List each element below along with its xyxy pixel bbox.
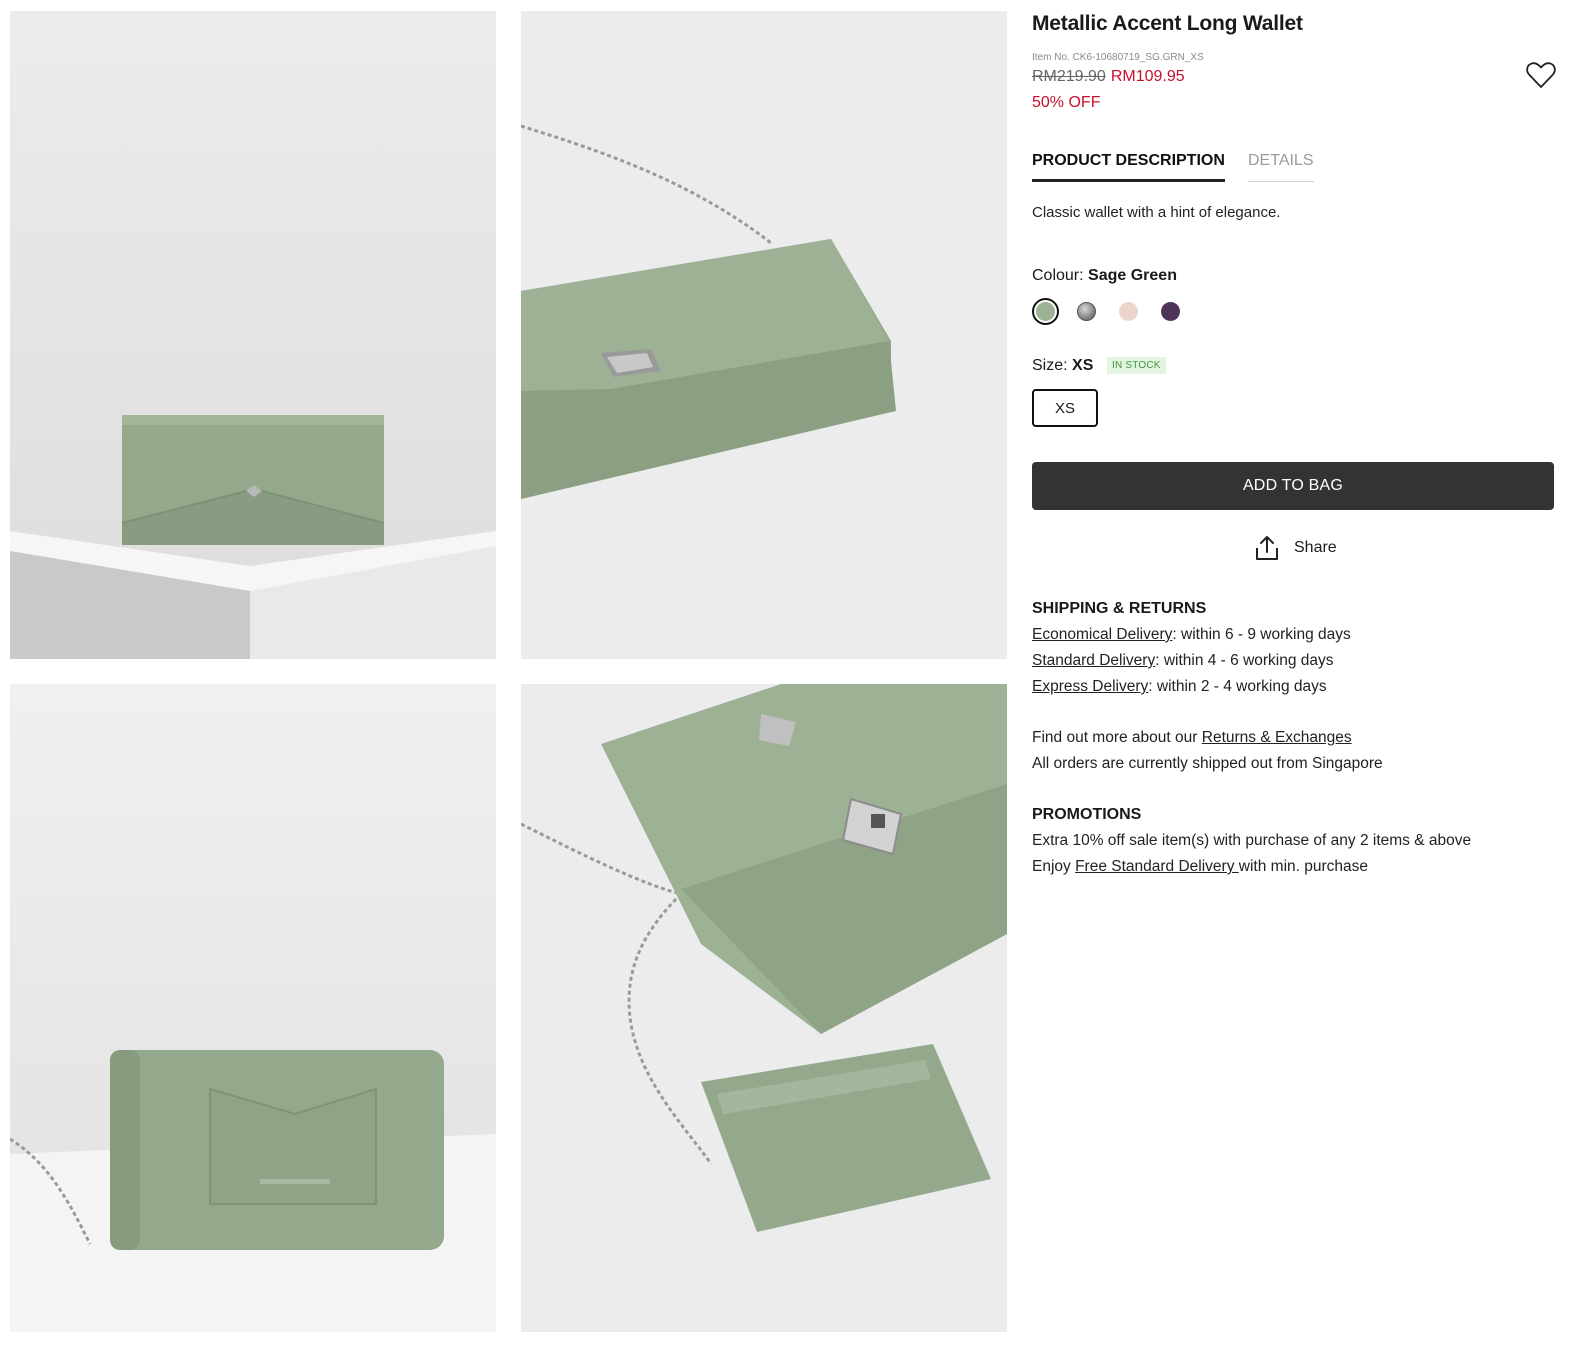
- shipping-standard: Standard Delivery: within 4 - 6 working …: [1032, 652, 1334, 669]
- promotions-heading: PROMOTIONS: [1032, 806, 1142, 823]
- tab-details[interactable]: DETAILS: [1248, 152, 1314, 182]
- shipping-economical: Economical Delivery: within 6 - 9 workin…: [1032, 626, 1351, 643]
- express-delivery-link[interactable]: Express Delivery: [1032, 678, 1148, 695]
- swatch-purple[interactable]: [1157, 298, 1184, 325]
- colour-label-row: Colour: Sage Green: [1032, 267, 1177, 285]
- wallet-open-photo: [521, 684, 1007, 1332]
- stock-badge: IN STOCK: [1107, 357, 1166, 374]
- wallet-back-photo: [10, 684, 496, 1332]
- shipping-heading: SHIPPING & RETURNS: [1032, 600, 1207, 617]
- wallet-closeup-photo: [521, 11, 1007, 659]
- item-number: Item No. CK6-10680719_SG.GRN_XS: [1032, 52, 1204, 63]
- discount-label: 50% OFF: [1032, 94, 1101, 111]
- shipping-express: Express Delivery: within 2 - 4 working d…: [1032, 678, 1327, 695]
- tab-product-description[interactable]: PRODUCT DESCRIPTION: [1032, 152, 1225, 182]
- share-icon: [1256, 536, 1278, 560]
- size-option-xs[interactable]: XS: [1032, 389, 1098, 427]
- selected-size: XS: [1072, 357, 1094, 374]
- product-title: Metallic Accent Long Wallet: [1032, 12, 1303, 35]
- economical-delivery-link[interactable]: Economical Delivery: [1032, 626, 1172, 643]
- free-standard-delivery-link[interactable]: Free Standard Delivery: [1075, 858, 1239, 875]
- returns-exchanges-link[interactable]: Returns & Exchanges: [1202, 729, 1352, 746]
- swatch-grey[interactable]: [1073, 298, 1100, 325]
- product-description: Classic wallet with a hint of elegance.: [1032, 204, 1281, 221]
- product-image-closeup[interactable]: [521, 11, 1007, 659]
- share-label: Share: [1294, 539, 1337, 556]
- price-row: RM219.90 RM109.95: [1032, 68, 1185, 86]
- wallet-front-photo: [10, 11, 496, 659]
- swatch-sage-green[interactable]: [1032, 298, 1059, 325]
- product-tabs: PRODUCT DESCRIPTION DETAILS: [1032, 152, 1432, 182]
- ships-from-line: All orders are currently shipped out fro…: [1032, 755, 1383, 772]
- swatch-blush[interactable]: [1115, 298, 1142, 325]
- wishlist-button[interactable]: [1526, 61, 1556, 89]
- selected-colour: Sage Green: [1088, 267, 1177, 284]
- product-image-back[interactable]: [10, 684, 496, 1332]
- colour-label: Colour:: [1032, 267, 1084, 284]
- product-image-front[interactable]: [10, 11, 496, 659]
- promotion-line-1: Extra 10% off sale item(s) with purchase…: [1032, 832, 1472, 849]
- sale-price: RM109.95: [1110, 68, 1185, 85]
- returns-line: Find out more about our Returns & Exchan…: [1032, 729, 1352, 746]
- product-image-open[interactable]: [521, 684, 1007, 1332]
- original-price: RM219.90: [1032, 68, 1106, 85]
- product-info-panel: Metallic Accent Long Wallet Item No. CK6…: [1032, 0, 1572, 1358]
- colour-swatches: [1032, 298, 1232, 326]
- share-button[interactable]: Share: [1254, 534, 1337, 562]
- size-label: Size:: [1032, 357, 1068, 374]
- size-label-row: Size: XS: [1032, 357, 1093, 375]
- promotion-line-2: Enjoy Free Standard Delivery with min. p…: [1032, 858, 1369, 875]
- standard-delivery-link[interactable]: Standard Delivery: [1032, 652, 1155, 669]
- add-to-bag-button[interactable]: ADD TO BAG: [1032, 462, 1554, 510]
- heart-icon: [1526, 62, 1556, 88]
